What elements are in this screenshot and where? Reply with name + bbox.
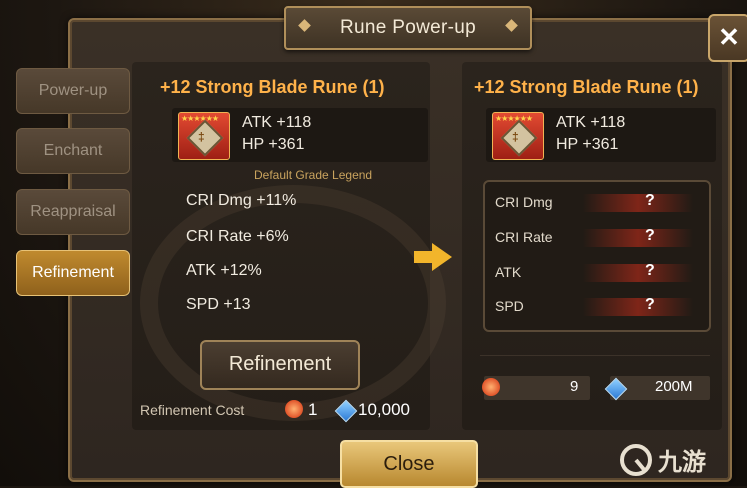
main-stat: ATK +118 [556, 114, 626, 131]
unknown-stat-label: CRI Dmg [495, 194, 553, 210]
tab-enchant[interactable]: Enchant [16, 128, 130, 174]
unknown-stat-bar [583, 264, 693, 282]
current-rune-title: +12 Strong Blade Rune (1) [160, 77, 385, 97]
unknown-stat-value: ? [645, 296, 655, 313]
unknown-stat-label: SPD [495, 298, 524, 314]
arrow-shaft [414, 251, 434, 263]
blade-icon: ‡ [512, 130, 519, 144]
divider [480, 355, 710, 356]
watermark-logo: 九游 [620, 444, 706, 476]
sub-stat: CRI Dmg +11% [186, 192, 297, 209]
inventory-rune-qty: 9 [570, 378, 579, 395]
result-rune-title: +12 Strong Blade Rune (1) [474, 77, 699, 97]
sub-stat: CRI Rate +6% [186, 228, 289, 245]
cost-crystal-qty: 10,000 [358, 400, 410, 419]
main-stat: ATK +118 [242, 114, 312, 131]
cost-rune-qty: 1 [308, 400, 318, 419]
unknown-substats-box: CRI Dmg ? CRI Rate ? ATK ? SPD ? [483, 180, 711, 332]
unknown-stat-row: CRI Dmg ? [495, 190, 699, 216]
rune-stone-icon [482, 378, 500, 396]
cost-label: Refinement Cost [140, 402, 245, 418]
refinement-button[interactable]: Refinement [200, 340, 360, 390]
unknown-stat-row: ATK ? [495, 260, 699, 286]
close-button[interactable]: Close [340, 440, 478, 488]
blade-icon: ‡ [198, 130, 205, 144]
unknown-stat-value: ? [645, 227, 655, 244]
unknown-stat-value: ? [645, 192, 655, 209]
window-title: Rune Power-up [340, 17, 476, 38]
main-stat: HP +361 [556, 136, 619, 153]
current-rune-card: ★★★★★★ ‡ ATK +118 HP +361 [172, 108, 428, 162]
unknown-stat-bar [583, 298, 693, 316]
unknown-stat-label: ATK [495, 264, 522, 280]
rune-icon[interactable]: ★★★★★★ ‡ [178, 112, 230, 160]
unknown-stat-bar [583, 229, 693, 247]
result-rune-card: ★★★★★★ ‡ ATK +118 HP +361 [486, 108, 716, 162]
diamond-ornament-icon [298, 19, 311, 32]
unknown-stat-row: SPD ? [495, 294, 699, 320]
sub-stat: ATK +12% [186, 262, 262, 279]
rune-stars: ★★★★★★ [181, 114, 219, 123]
unknown-stat-row: CRI Rate ? [495, 225, 699, 251]
rune-stars: ★★★★★★ [495, 114, 533, 123]
tab-refinement[interactable]: Refinement [16, 250, 130, 296]
title-banner: Rune Power-up [284, 6, 532, 50]
close-icon[interactable]: ✕ [708, 14, 747, 62]
unknown-stat-label: CRI Rate [495, 229, 553, 245]
sub-stat: SPD +13 [186, 296, 251, 313]
svg-text:九游: 九游 [657, 448, 706, 476]
grade-legend: Default Grade Legend [254, 168, 373, 182]
diamond-ornament-icon [505, 19, 518, 32]
arrow-right-icon [432, 243, 452, 271]
rune-icon[interactable]: ★★★★★★ ‡ [492, 112, 544, 160]
tab-power-up[interactable]: Power-up [16, 68, 130, 114]
tab-reappraisal[interactable]: Reappraisal [16, 189, 130, 235]
main-stat: HP +361 [242, 136, 305, 153]
unknown-stat-bar [583, 194, 693, 212]
rune-stone-icon [285, 400, 303, 418]
inventory-crystal-qty: 200M [655, 378, 693, 395]
unknown-stat-value: ? [645, 262, 655, 279]
